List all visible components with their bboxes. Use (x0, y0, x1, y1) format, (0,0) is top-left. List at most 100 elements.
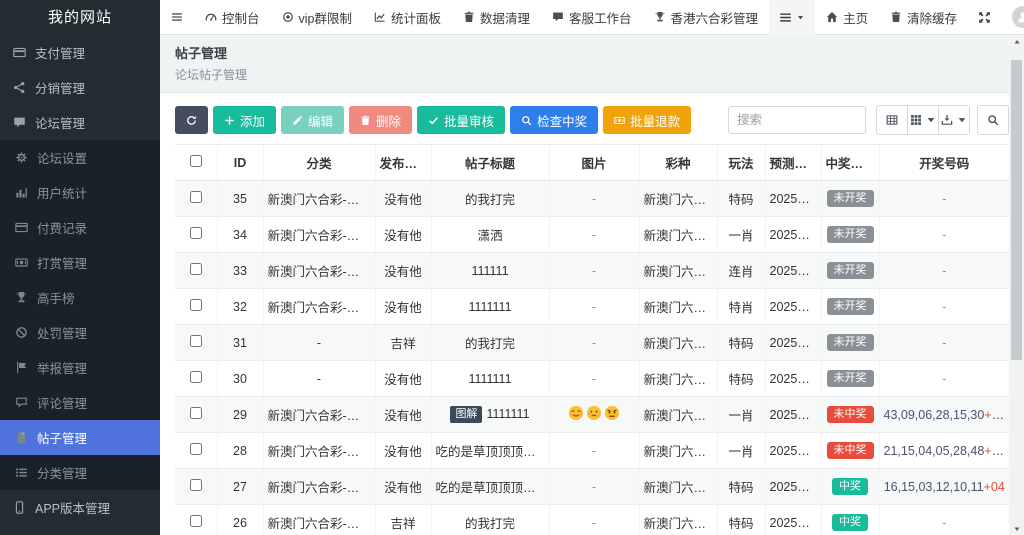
topbar: 控制台 vip群限制 统计面板数据清理 客服工作台香港六合彩管理 主页清除缓存 Admi… (160, 0, 1024, 35)
table-row: 29新澳门六合彩-一肖没有他图解1111111新澳门六合彩一肖2025355未中… (175, 397, 1009, 433)
topbar-link-label: 统计面板 (391, 8, 441, 27)
sidebar-toggle-button[interactable] (160, 0, 194, 35)
home-link[interactable]: 主页 (815, 0, 879, 35)
dot-circle-icon (282, 11, 294, 23)
status-badge: 未开奖 (827, 226, 874, 243)
row-checkbox[interactable] (190, 299, 202, 311)
row-checkbox[interactable] (190, 191, 202, 203)
column-header-ID: ID (217, 145, 263, 181)
cell-user: 吉祥 (375, 325, 431, 361)
row-checkbox[interactable] (190, 443, 202, 455)
sidebar-item-高手榜[interactable]: 高手榜 (0, 280, 160, 315)
app-window: 我的网站 支付管理分销管理论坛管理论坛设置用户统计付费记录打赏管理高手榜处罚管理… (0, 0, 1024, 535)
illustration-badge: 图解 (450, 406, 482, 423)
cell-status: 中奖 (821, 469, 879, 505)
columns-button[interactable] (907, 105, 939, 135)
sidebar-item-分类管理[interactable]: 分类管理 (0, 455, 160, 490)
topbar-link-统计面板[interactable]: 统计面板 (363, 0, 452, 35)
cell-user: 没有他 (375, 181, 431, 217)
cell-category: 新澳门六合彩-一肖 (263, 397, 375, 433)
list-menu-button[interactable] (769, 0, 815, 35)
search-button[interactable] (977, 105, 1009, 135)
pagination-toggle-button[interactable] (876, 105, 908, 135)
vertical-scrollbar[interactable] (1009, 36, 1024, 535)
status-badge: 未开奖 (827, 298, 874, 315)
cell-title: 的我打完 (431, 181, 549, 217)
sidebar-item-付费记录[interactable]: 付费记录 (0, 210, 160, 245)
status-badge: 未中奖 (827, 406, 874, 423)
edit-button[interactable]: 编辑 (281, 106, 344, 134)
row-checkbox[interactable] (190, 515, 202, 527)
trash-icon (890, 11, 902, 23)
cell-lottery: 新澳门六合彩 (639, 433, 717, 469)
sidebar-item-论坛管理[interactable]: 论坛管理 (0, 105, 160, 140)
cell-period: 2025355 (765, 397, 821, 433)
cell-image (549, 397, 639, 433)
chart-line-icon (374, 11, 386, 23)
row-checkbox[interactable] (190, 227, 202, 239)
check-win-button[interactable]: 检查中奖 (510, 106, 598, 134)
topbar-link-客服工作台[interactable]: 客服工作台 (541, 0, 643, 35)
batch-audit-button[interactable]: 批量审核 (417, 106, 505, 134)
topbar-link-控制台[interactable]: 控制台 (194, 0, 271, 35)
cell-play: 连肖 (717, 253, 765, 289)
sidebar-item-label: 处罚管理 (37, 323, 87, 342)
row-checkbox[interactable] (190, 407, 202, 419)
cell-user: 没有他 (375, 361, 431, 397)
column-header-帖子标题: 帖子标题 (431, 145, 549, 181)
add-button[interactable]: 添加 (213, 106, 276, 134)
gauge-icon (205, 11, 217, 23)
clear-cache-link[interactable]: 清除缓存 (879, 0, 968, 35)
fullscreen-button[interactable] (968, 0, 1001, 35)
money-icon (614, 115, 625, 126)
delete-button[interactable]: 删除 (349, 106, 412, 134)
forum-submenu: 论坛设置用户统计付费记录打赏管理高手榜处罚管理举报管理评论管理帖子管理分类管理 (0, 140, 160, 490)
topbar-link-香港六合彩管理[interactable]: 香港六合彩管理 (643, 0, 770, 35)
scroll-down-arrow[interactable] (1009, 523, 1024, 535)
export-button[interactable] (938, 105, 970, 135)
scrollbar-thumb[interactable] (1011, 60, 1022, 360)
table-row: 32新澳门六合彩-特肖没有他1111111-新澳门六合彩特肖2025362未开奖… (175, 289, 1009, 325)
search-input[interactable] (728, 106, 866, 134)
cell-category: 新澳门六合彩-特码 (263, 181, 375, 217)
cell-period: 2025357 (765, 361, 821, 397)
sidebar-item-帖子管理[interactable]: 帖子管理 (0, 420, 160, 455)
sidebar-item-APP版本管理[interactable]: APP版本管理 (0, 490, 160, 525)
hamburger-icon (171, 11, 183, 23)
cell-id: 32 (217, 289, 263, 325)
row-checkbox[interactable] (190, 335, 202, 347)
topbar-link-label: vip群限制 (299, 8, 352, 27)
sidebar-item-处罚管理[interactable]: 处罚管理 (0, 315, 160, 350)
home-icon (826, 11, 838, 23)
cell-status: 未中奖 (821, 433, 879, 469)
sidebar-item-支付管理[interactable]: 支付管理 (0, 35, 160, 70)
cell-user: 没有他 (375, 433, 431, 469)
sidebar-item-label: 分类管理 (37, 463, 87, 482)
topbar-link-数据清理[interactable]: 数据清理 (452, 0, 541, 35)
refresh-button[interactable] (175, 106, 208, 134)
sidebar-item-用户统计[interactable]: 用户统计 (0, 175, 160, 210)
sidebar-item-label: 打赏管理 (37, 253, 87, 272)
row-checkbox[interactable] (190, 263, 202, 275)
sidebar-item-label: 用户统计 (37, 183, 87, 202)
sidebar-item-举报管理[interactable]: 举报管理 (0, 350, 160, 385)
topbar-link-vip群限制[interactable]: vip群限制 (271, 0, 363, 35)
row-checkbox[interactable] (190, 371, 202, 383)
cell-period: 2025362 (765, 181, 821, 217)
sidebar: 我的网站 支付管理分销管理论坛管理论坛设置用户统计付费记录打赏管理高手榜处罚管理… (0, 0, 160, 535)
table-row: 26新澳门六合彩-特码吉祥的我打完-新澳门六合彩特码2025351中奖- (175, 505, 1009, 535)
topbar-link-label: 客服工作台 (569, 8, 632, 27)
column-header-图片: 图片 (549, 145, 639, 181)
sidebar-item-label: 高手榜 (37, 288, 75, 307)
scroll-up-arrow[interactable] (1009, 36, 1024, 48)
cell-category: 新澳门六合彩-特码 (263, 469, 375, 505)
sidebar-item-评论管理[interactable]: 评论管理 (0, 385, 160, 420)
user-menu[interactable]: Admin (1001, 0, 1024, 35)
batch-refund-button[interactable]: 批量退款 (603, 106, 691, 134)
row-checkbox[interactable] (190, 479, 202, 491)
select-all-checkbox[interactable] (190, 155, 202, 167)
sidebar-item-论坛设置[interactable]: 论坛设置 (0, 140, 160, 175)
cell-image: - (549, 181, 639, 217)
sidebar-item-分销管理[interactable]: 分销管理 (0, 70, 160, 105)
sidebar-item-打赏管理[interactable]: 打赏管理 (0, 245, 160, 280)
